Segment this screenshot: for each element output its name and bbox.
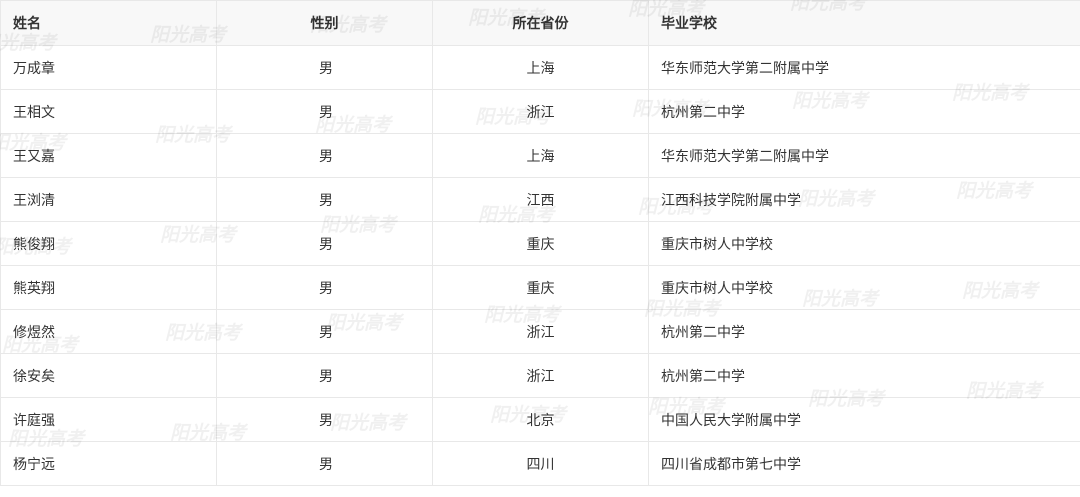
table-row: 王相文 男 浙江 杭州第二中学 [0, 89, 1080, 134]
header-school: 毕业学校 [648, 0, 1080, 46]
cell-school: 杭州第二中学 [648, 89, 1080, 134]
table-header-row: 姓名 性别 所在省份 毕业学校 [0, 0, 1080, 46]
cell-gender: 男 [216, 89, 433, 134]
cell-name: 熊俊翔 [0, 221, 217, 266]
cell-school: 重庆市树人中学校 [648, 265, 1080, 310]
cell-gender: 男 [216, 133, 433, 178]
cell-province: 四川 [432, 441, 649, 486]
table-row: 王又嘉 男 上海 华东师范大学第二附属中学 [0, 133, 1080, 178]
cell-province: 重庆 [432, 265, 649, 310]
cell-school: 江西科技学院附属中学 [648, 177, 1080, 222]
cell-province: 上海 [432, 45, 649, 90]
cell-gender: 男 [216, 177, 433, 222]
cell-gender: 男 [216, 309, 433, 354]
cell-province: 浙江 [432, 353, 649, 398]
cell-name: 万成章 [0, 45, 217, 90]
table-row: 熊英翔 男 重庆 重庆市树人中学校 [0, 265, 1080, 310]
header-province: 所在省份 [432, 0, 649, 46]
cell-province: 重庆 [432, 221, 649, 266]
cell-school: 华东师范大学第二附属中学 [648, 133, 1080, 178]
cell-gender: 男 [216, 221, 433, 266]
cell-gender: 男 [216, 265, 433, 310]
table-row: 杨宁远 男 四川 四川省成都市第七中学 [0, 441, 1080, 486]
cell-gender: 男 [216, 441, 433, 486]
cell-name: 熊英翔 [0, 265, 217, 310]
cell-gender: 男 [216, 45, 433, 90]
cell-name: 王相文 [0, 89, 217, 134]
cell-school: 四川省成都市第七中学 [648, 441, 1080, 486]
cell-name: 王又嘉 [0, 133, 217, 178]
cell-province: 北京 [432, 397, 649, 442]
header-name: 姓名 [0, 0, 217, 46]
cell-school: 杭州第二中学 [648, 309, 1080, 354]
cell-province: 江西 [432, 177, 649, 222]
student-table: 姓名 性别 所在省份 毕业学校 万成章 男 上海 华东师范大学第二附属中学 王相… [0, 0, 1080, 486]
table-row: 修煜然 男 浙江 杭州第二中学 [0, 309, 1080, 354]
cell-school: 中国人民大学附属中学 [648, 397, 1080, 442]
cell-gender: 男 [216, 397, 433, 442]
cell-gender: 男 [216, 353, 433, 398]
header-gender: 性别 [216, 0, 433, 46]
table-row: 王浏清 男 江西 江西科技学院附属中学 [0, 177, 1080, 222]
cell-school: 重庆市树人中学校 [648, 221, 1080, 266]
cell-name: 许庭强 [0, 397, 217, 442]
table-row: 熊俊翔 男 重庆 重庆市树人中学校 [0, 221, 1080, 266]
cell-school: 杭州第二中学 [648, 353, 1080, 398]
cell-province: 浙江 [432, 89, 649, 134]
table-row: 徐安矣 男 浙江 杭州第二中学 [0, 353, 1080, 398]
cell-province: 浙江 [432, 309, 649, 354]
cell-school: 华东师范大学第二附属中学 [648, 45, 1080, 90]
cell-province: 上海 [432, 133, 649, 178]
cell-name: 王浏清 [0, 177, 217, 222]
table-row: 许庭强 男 北京 中国人民大学附属中学 [0, 397, 1080, 442]
cell-name: 杨宁远 [0, 441, 217, 486]
cell-name: 修煜然 [0, 309, 217, 354]
table-row: 万成章 男 上海 华东师范大学第二附属中学 [0, 45, 1080, 90]
cell-name: 徐安矣 [0, 353, 217, 398]
